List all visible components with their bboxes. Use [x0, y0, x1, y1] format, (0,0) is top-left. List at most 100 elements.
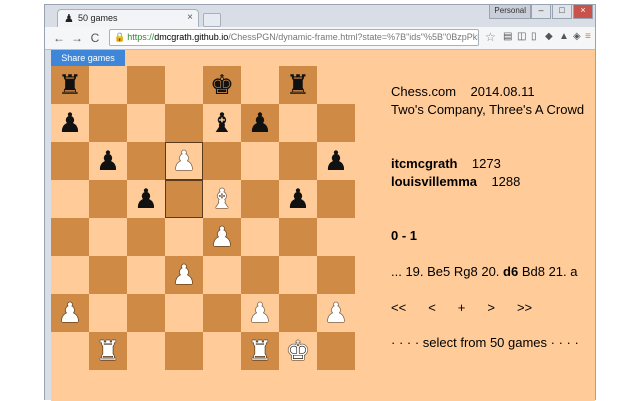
- square-f7[interactable]: ♟: [241, 104, 279, 142]
- square-c1[interactable]: [127, 332, 165, 370]
- square-d2[interactable]: [165, 294, 203, 332]
- white-rook-icon[interactable]: ♜: [248, 338, 272, 365]
- square-d5[interactable]: [165, 180, 203, 218]
- square-e4[interactable]: ♟: [203, 218, 241, 256]
- square-a2[interactable]: ♟: [51, 294, 89, 332]
- maximize-button[interactable]: □: [552, 5, 572, 19]
- square-h4[interactable]: [317, 218, 355, 256]
- square-e2[interactable]: [203, 294, 241, 332]
- square-e7[interactable]: ♝: [203, 104, 241, 142]
- square-d4[interactable]: [165, 218, 203, 256]
- square-h3[interactable]: [317, 256, 355, 294]
- next-move-button[interactable]: >: [487, 300, 495, 315]
- square-d8[interactable]: [165, 66, 203, 104]
- square-b2[interactable]: [89, 294, 127, 332]
- move-list[interactable]: ... 19. Be5 Rg8 20. d6 Bd8 21. a: [391, 264, 577, 279]
- extension-icon[interactable]: ▯: [531, 31, 537, 42]
- last-move-button[interactable]: >>: [517, 300, 532, 315]
- new-tab-button[interactable]: [203, 13, 221, 27]
- square-c7[interactable]: [127, 104, 165, 142]
- white-king-icon[interactable]: ♚: [286, 338, 310, 365]
- black-pawn-icon[interactable]: ♟: [134, 186, 158, 213]
- white-pawn-icon[interactable]: ♟: [248, 300, 272, 327]
- square-e8[interactable]: ♚: [203, 66, 241, 104]
- reload-icon[interactable]: C: [87, 30, 103, 46]
- square-c6[interactable]: [127, 142, 165, 180]
- tab-50-games[interactable]: ♟ 50 games ×: [57, 9, 199, 27]
- black-pawn-icon[interactable]: ♟: [324, 148, 348, 175]
- square-e5[interactable]: ♝: [203, 180, 241, 218]
- extension-icon[interactable]: ◫: [517, 31, 526, 42]
- square-c4[interactable]: [127, 218, 165, 256]
- square-g4[interactable]: [279, 218, 317, 256]
- square-a1[interactable]: [51, 332, 89, 370]
- share-games-button[interactable]: Share games: [51, 50, 125, 66]
- black-pawn-icon[interactable]: ♟: [96, 148, 120, 175]
- black-bishop-icon[interactable]: ♝: [210, 110, 234, 137]
- square-a3[interactable]: [51, 256, 89, 294]
- square-c5[interactable]: ♟: [127, 180, 165, 218]
- square-c8[interactable]: [127, 66, 165, 104]
- square-b5[interactable]: [89, 180, 127, 218]
- plus-button[interactable]: +: [458, 300, 466, 315]
- white-rook-icon[interactable]: ♜: [96, 338, 120, 365]
- square-g3[interactable]: [279, 256, 317, 294]
- previous-move-button[interactable]: <: [428, 300, 436, 315]
- square-a8[interactable]: ♜: [51, 66, 89, 104]
- square-b4[interactable]: [89, 218, 127, 256]
- black-king-icon[interactable]: ♚: [210, 72, 234, 99]
- forward-arrow-icon[interactable]: →: [69, 30, 85, 46]
- square-a4[interactable]: [51, 218, 89, 256]
- square-f2[interactable]: ♟: [241, 294, 279, 332]
- square-f3[interactable]: [241, 256, 279, 294]
- drive-icon[interactable]: ▲: [559, 31, 569, 42]
- address-bar[interactable]: 🔒 https://dmcgrath.github.io/ChessPGN/dyn…: [109, 29, 479, 46]
- square-b8[interactable]: [89, 66, 127, 104]
- square-b3[interactable]: [89, 256, 127, 294]
- square-h6[interactable]: ♟: [317, 142, 355, 180]
- square-g1[interactable]: ♚: [279, 332, 317, 370]
- white-pawn-icon[interactable]: ♟: [58, 300, 82, 327]
- bookmark-star-icon[interactable]: ☆: [485, 30, 496, 44]
- black-pawn-icon[interactable]: ♟: [248, 110, 272, 137]
- square-g7[interactable]: [279, 104, 317, 142]
- square-b6[interactable]: ♟: [89, 142, 127, 180]
- back-arrow-icon[interactable]: ←: [51, 30, 67, 46]
- black-rook-icon[interactable]: ♜: [58, 72, 82, 99]
- tab-close-icon[interactable]: ×: [187, 12, 193, 23]
- square-d3[interactable]: ♟: [165, 256, 203, 294]
- square-g6[interactable]: [279, 142, 317, 180]
- white-pawn-icon[interactable]: ♟: [172, 262, 196, 289]
- chess-board[interactable]: ♜ ♚ ♜ ♟ ♝ ♟ ♟ ♟ ♟ ♟ ♝ ♟ ♟ ♟ ♟ ♟ ♟ ♜ ♜ ♚: [51, 66, 355, 370]
- square-h2[interactable]: ♟: [317, 294, 355, 332]
- extension-icon[interactable]: ◆: [545, 31, 553, 42]
- white-pawn-icon[interactable]: ♟: [172, 148, 196, 175]
- black-rook-icon[interactable]: ♜: [286, 72, 310, 99]
- minimize-button[interactable]: –: [531, 5, 551, 19]
- square-d6[interactable]: ♟: [165, 142, 203, 180]
- white-pawn-icon[interactable]: ♟: [210, 224, 234, 251]
- square-a5[interactable]: [51, 180, 89, 218]
- first-move-button[interactable]: <<: [391, 300, 406, 315]
- menu-icon[interactable]: ≡: [585, 31, 591, 42]
- profile-button[interactable]: Personal: [489, 5, 531, 19]
- square-e1[interactable]: [203, 332, 241, 370]
- square-h1[interactable]: [317, 332, 355, 370]
- square-a7[interactable]: ♟: [51, 104, 89, 142]
- white-bishop-icon[interactable]: ♝: [210, 186, 234, 213]
- white-pawn-icon[interactable]: ♟: [324, 300, 348, 327]
- square-e3[interactable]: [203, 256, 241, 294]
- square-f1[interactable]: ♜: [241, 332, 279, 370]
- square-f8[interactable]: [241, 66, 279, 104]
- black-pawn-icon[interactable]: ♟: [58, 110, 82, 137]
- square-c2[interactable]: [127, 294, 165, 332]
- square-g2[interactable]: [279, 294, 317, 332]
- square-h8[interactable]: [317, 66, 355, 104]
- square-d1[interactable]: [165, 332, 203, 370]
- current-move[interactable]: d6: [503, 264, 518, 279]
- square-h5[interactable]: [317, 180, 355, 218]
- square-g5[interactable]: ♟: [279, 180, 317, 218]
- square-e6[interactable]: [203, 142, 241, 180]
- square-f6[interactable]: [241, 142, 279, 180]
- square-b7[interactable]: [89, 104, 127, 142]
